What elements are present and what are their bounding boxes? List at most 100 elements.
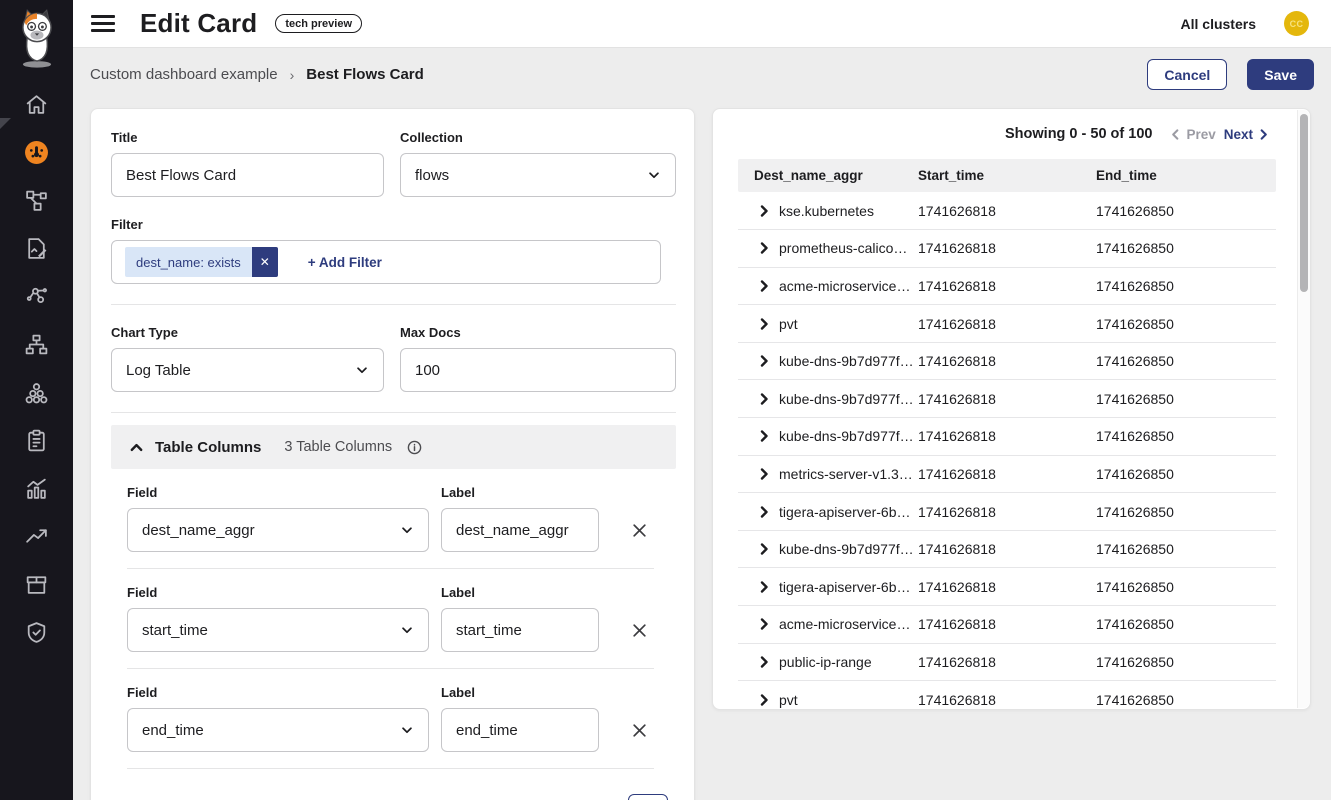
add-filter-button[interactable]: + Add Filter bbox=[308, 255, 382, 270]
expand-row-button[interactable] bbox=[758, 205, 770, 217]
end-time-value: 1741626850 bbox=[1096, 230, 1276, 268]
remove-column-button[interactable] bbox=[628, 619, 650, 641]
filter-box: dest_name: exists ✕ + Add Filter bbox=[111, 240, 661, 284]
expand-row-button[interactable] bbox=[758, 242, 770, 254]
divider bbox=[111, 304, 676, 305]
chevron-right-icon bbox=[758, 205, 770, 217]
prev-page-button[interactable]: Prev bbox=[1170, 127, 1215, 142]
chevron-right-icon bbox=[758, 656, 770, 668]
expand-row-button[interactable] bbox=[758, 355, 770, 367]
start-time-value: 1741626818 bbox=[918, 305, 1096, 343]
expand-row-button[interactable] bbox=[758, 543, 770, 555]
sidebar-item-reports[interactable] bbox=[13, 224, 61, 272]
field-label: Field bbox=[127, 685, 429, 700]
start-time-value: 1741626818 bbox=[918, 455, 1096, 493]
chart-type-select[interactable]: Log Table bbox=[111, 348, 384, 392]
start-time-value: 1741626818 bbox=[918, 681, 1096, 710]
sidebar-item-flow-visualizations[interactable] bbox=[13, 176, 61, 224]
sidebar-corner-flag bbox=[0, 118, 11, 129]
column-field-select[interactable]: dest_name_aggr bbox=[127, 508, 429, 552]
expand-row-button[interactable] bbox=[758, 393, 770, 405]
start-time-value: 1741626818 bbox=[918, 380, 1096, 418]
cluster-selector[interactable]: All clusters bbox=[1181, 16, 1256, 32]
collection-label: Collection bbox=[400, 130, 676, 145]
sidebar-item-threat-feeds[interactable] bbox=[13, 512, 61, 560]
next-page-button[interactable]: Next bbox=[1224, 127, 1269, 142]
end-time-value: 1741626850 bbox=[1096, 192, 1276, 230]
breadcrumb-current: Best Flows Card bbox=[306, 66, 424, 83]
card-preview-panel: Showing 0 - 50 of 100 Prev Next Dest_nam… bbox=[712, 108, 1311, 710]
remove-filter-button[interactable]: ✕ bbox=[252, 247, 278, 277]
collection-select[interactable]: flows bbox=[400, 153, 676, 197]
column-field-select[interactable]: start_time bbox=[127, 608, 429, 652]
save-button[interactable]: Save bbox=[1247, 59, 1314, 90]
chevron-right-icon bbox=[758, 618, 770, 630]
scrollbar-thumb[interactable] bbox=[1300, 114, 1308, 292]
column-header-start-time: Start_time bbox=[918, 159, 1096, 192]
expand-row-button[interactable] bbox=[758, 318, 770, 330]
end-time-value: 1741626850 bbox=[1096, 530, 1276, 568]
expand-row-button[interactable] bbox=[758, 430, 770, 442]
chevron-right-icon bbox=[758, 318, 770, 330]
expand-row-button[interactable] bbox=[758, 468, 770, 480]
expand-row-button[interactable] bbox=[758, 618, 770, 630]
remove-column-button[interactable] bbox=[628, 719, 650, 741]
chart-type-label: Chart Type bbox=[111, 325, 384, 340]
column-label-input[interactable] bbox=[441, 708, 599, 752]
sidebar-item-clusters[interactable] bbox=[13, 368, 61, 416]
sidebar-item-dashboard[interactable] bbox=[13, 128, 61, 176]
sidebar-item-statistics[interactable] bbox=[13, 464, 61, 512]
expand-row-button[interactable] bbox=[758, 694, 770, 706]
expand-row-button[interactable] bbox=[758, 581, 770, 593]
table-row: kube-dns-9b7d977f… 1741626818 1741626850 bbox=[738, 530, 1276, 568]
column-label-input[interactable] bbox=[441, 608, 599, 652]
sidebar-item-home[interactable] bbox=[13, 80, 61, 128]
max-docs-input[interactable] bbox=[400, 348, 676, 392]
filter-chip-text: dest_name: exists bbox=[125, 247, 252, 277]
label-label: Label bbox=[441, 585, 599, 600]
remove-column-button[interactable] bbox=[628, 519, 650, 541]
info-icon[interactable] bbox=[407, 440, 422, 455]
column-field-select[interactable]: end_time bbox=[127, 708, 429, 752]
table-row: kube-dns-9b7d977f… 1741626818 1741626850 bbox=[738, 342, 1276, 380]
expand-row-button[interactable] bbox=[758, 506, 770, 518]
log-table: Dest_name_aggr Start_time End_time kse.k… bbox=[738, 159, 1276, 710]
label-label: Label bbox=[441, 485, 599, 500]
divider bbox=[111, 412, 676, 413]
expand-row-button[interactable] bbox=[758, 656, 770, 668]
dest-name-value: kube-dns-9b7d977f… bbox=[779, 391, 914, 407]
column-label-input[interactable] bbox=[441, 508, 599, 552]
table-row: pvt 1741626818 1741626850 bbox=[738, 681, 1276, 710]
breadcrumb-parent[interactable]: Custom dashboard example bbox=[90, 66, 278, 83]
collapse-section-button[interactable] bbox=[129, 440, 144, 455]
start-time-value: 1741626818 bbox=[918, 267, 1096, 305]
end-time-value: 1741626850 bbox=[1096, 606, 1276, 644]
sidebar-item-policies[interactable] bbox=[13, 416, 61, 464]
sidebar-nav bbox=[13, 80, 61, 656]
title-input[interactable] bbox=[111, 153, 384, 197]
table-row: metrics-server-v1.3… 1741626818 17416268… bbox=[738, 455, 1276, 493]
cancel-button[interactable]: Cancel bbox=[1147, 59, 1227, 90]
dashboard-icon bbox=[24, 140, 49, 165]
calico-cat-logo[interactable] bbox=[11, 8, 63, 68]
chevron-right-icon bbox=[758, 468, 770, 480]
dest-name-value: pvt bbox=[779, 316, 798, 332]
close-icon bbox=[631, 622, 648, 639]
user-avatar[interactable]: CC bbox=[1284, 11, 1309, 36]
sidebar-item-packages[interactable] bbox=[13, 560, 61, 608]
expand-row-button[interactable] bbox=[758, 280, 770, 292]
dest-name-value: kube-dns-9b7d977f… bbox=[779, 428, 914, 444]
hamburger-menu-icon[interactable] bbox=[91, 12, 119, 36]
sidebar-item-service-graph[interactable] bbox=[13, 272, 61, 320]
sidebar-item-hierarchy[interactable] bbox=[13, 320, 61, 368]
chevron-down-icon bbox=[400, 523, 414, 537]
table-row: kube-dns-9b7d977f… 1741626818 1741626850 bbox=[738, 380, 1276, 418]
end-time-value: 1741626850 bbox=[1096, 418, 1276, 456]
scrollbar-track[interactable] bbox=[1297, 110, 1310, 708]
sidebar-item-compliance[interactable] bbox=[13, 608, 61, 656]
end-time-value: 1741626850 bbox=[1096, 305, 1276, 343]
dest-name-value: tigera-apiserver-6b… bbox=[779, 579, 911, 595]
dest-name-value: kube-dns-9b7d977f… bbox=[779, 353, 914, 369]
table-row: kube-dns-9b7d977f… 1741626818 1741626850 bbox=[738, 418, 1276, 456]
add-column-button[interactable]: + bbox=[628, 794, 668, 800]
